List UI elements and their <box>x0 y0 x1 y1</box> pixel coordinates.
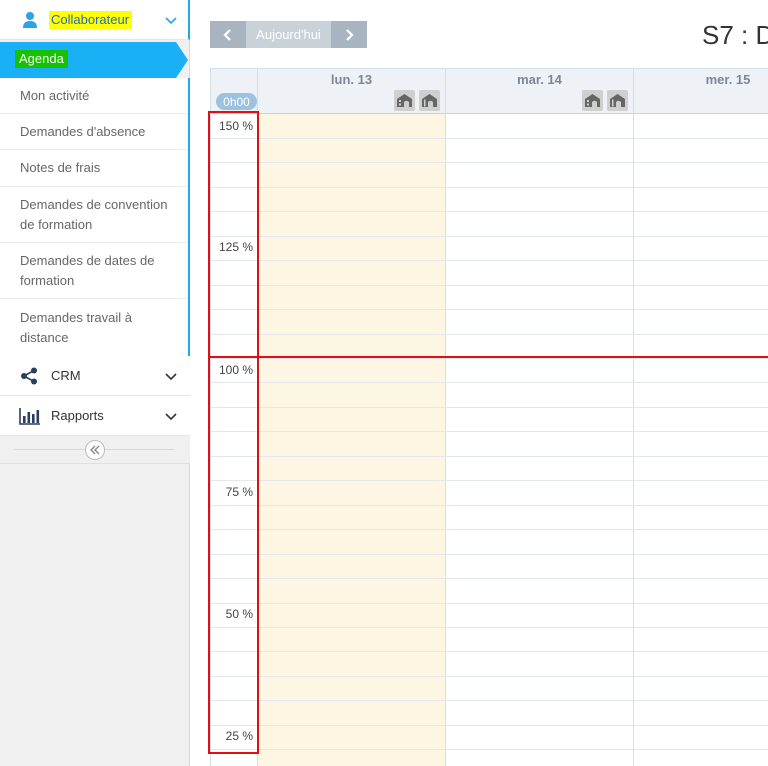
grid-line <box>211 456 768 457</box>
grid-line <box>211 236 768 237</box>
week-title: S7 : D <box>702 20 768 50</box>
grid-line <box>211 505 768 506</box>
grid-line <box>211 676 768 677</box>
today-button[interactable]: Aujourd'hui <box>246 21 331 48</box>
remote-work-icon[interactable] <box>607 90 628 111</box>
day-header-mer[interactable]: mer. 15 <box>633 69 768 114</box>
chevron-left-icon <box>223 28 231 41</box>
sidebar-submenu: Mon activité Demandes d'absence Notes de… <box>0 78 190 356</box>
sidebar-collapse-row <box>0 436 190 464</box>
grid-line <box>211 554 768 555</box>
double-chevron-left-icon <box>90 445 100 455</box>
sidebar-item-notes-de-frais[interactable]: Notes de frais <box>0 150 188 187</box>
grid-line <box>211 749 768 750</box>
sidebar-item-label: Demandes d'absence <box>20 123 146 139</box>
grid-line <box>211 529 768 530</box>
time-badge: 0h00 <box>216 93 257 110</box>
day-label: lun. 13 <box>330 72 373 87</box>
sidebar-section-label: CRM <box>51 368 81 383</box>
office-icon[interactable] <box>394 90 415 111</box>
grid-line <box>211 651 768 652</box>
sidebar-collapse-button[interactable] <box>85 440 105 460</box>
chevron-down-icon[interactable] <box>165 410 177 422</box>
sidebar-section-rapports[interactable]: Rapports <box>0 396 190 436</box>
chevron-down-icon[interactable] <box>165 370 177 382</box>
sidebar-section-crm[interactable]: CRM <box>0 356 190 396</box>
remote-work-icon[interactable] <box>419 90 440 111</box>
grid-line <box>211 627 768 628</box>
grid-line <box>211 578 768 579</box>
annotation-frame <box>208 111 259 754</box>
sidebar-item-mon-activite[interactable]: Mon activité <box>0 78 188 114</box>
calendar-body: 150 % 125 % 100 % 75 % 50 % 25 % <box>211 114 768 766</box>
day-header-lun[interactable]: lun. 13 <box>257 69 445 114</box>
sidebar-item-agenda[interactable]: Agenda <box>0 42 188 78</box>
day-label: mar. 14 <box>517 72 562 87</box>
grid-line <box>211 334 768 335</box>
grid-line <box>211 382 768 383</box>
grid-line <box>211 309 768 310</box>
sidebar-item-dates-formation[interactable]: Demandes de dates de formation <box>0 243 188 299</box>
grid-line <box>211 138 768 139</box>
next-week-button[interactable] <box>331 21 367 48</box>
user-icon <box>23 12 37 28</box>
grid-line <box>211 187 768 188</box>
chevron-right-icon <box>346 28 354 41</box>
day-label: mer. 15 <box>705 72 751 87</box>
grid-line <box>211 260 768 261</box>
chevron-down-icon[interactable] <box>165 14 177 26</box>
office-icon[interactable] <box>582 90 603 111</box>
sidebar-section-label: Rapports <box>51 408 104 423</box>
grid-line <box>211 358 768 359</box>
calendar-grid: 0h00 lun. 13 mar. 14 mer. 15 150 % 125 %… <box>210 68 768 766</box>
sidebar-item-label: Agenda <box>15 50 68 68</box>
day-header-mar[interactable]: mar. 14 <box>445 69 633 114</box>
sidebar-item-label: Mon activité <box>20 87 90 103</box>
sidebar-section-label: Collaborateur <box>49 10 133 29</box>
grid-line <box>211 725 768 726</box>
bar-chart-icon <box>19 408 40 425</box>
sidebar-section-collaborateur[interactable]: Collaborateur <box>0 0 190 40</box>
sidebar-item-label: Demandes de convention de formation <box>20 196 168 232</box>
prev-week-button[interactable] <box>210 21 246 48</box>
annotation-line-100 <box>208 356 768 358</box>
calendar-header: 0h00 lun. 13 mar. 14 mer. 15 <box>211 69 768 114</box>
grid-line <box>211 285 768 286</box>
grid-line <box>211 480 768 481</box>
sidebar-item-label: Notes de frais <box>20 160 101 175</box>
sidebar-item-demandes-absence[interactable]: Demandes d'absence <box>0 114 188 150</box>
grid-line <box>211 700 768 701</box>
sidebar-item-label: Demandes travail à distance <box>20 309 132 345</box>
sidebar-item-travail-distance[interactable]: Demandes travail à distance <box>0 299 188 356</box>
sidebar-item-label: Demandes de dates de formation <box>20 252 155 288</box>
grid-line <box>211 211 768 212</box>
grid-line <box>211 162 768 163</box>
grid-line <box>211 603 768 604</box>
sidebar: Collaborateur Agenda Mon activité Demand… <box>0 0 190 766</box>
grid-line <box>211 407 768 408</box>
sidebar-item-convention-formation[interactable]: Demandes de convention de formation <box>0 187 188 243</box>
grid-line <box>211 431 768 432</box>
share-icon <box>21 367 37 385</box>
